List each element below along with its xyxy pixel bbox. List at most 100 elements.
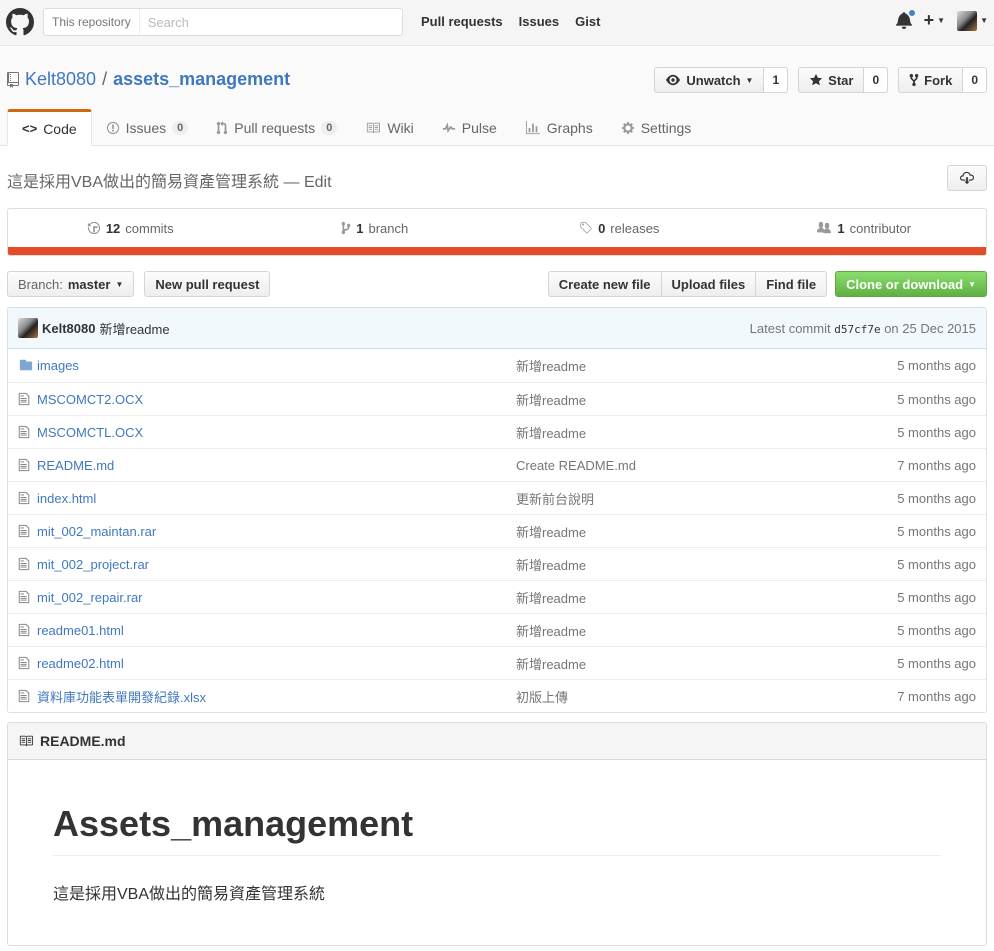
file-age: 5 months ago <box>897 589 976 605</box>
repo-owner-link[interactable]: Kelt8080 <box>25 69 96 90</box>
file-name-link[interactable]: mit_002_repair.rar <box>37 590 143 605</box>
branch-name: master <box>67 276 111 292</box>
book-icon <box>19 735 33 747</box>
upload-files-button[interactable]: Upload files <box>660 271 756 297</box>
create-new-menu[interactable]: + ▼ <box>924 10 945 31</box>
star-group: Star 0 <box>798 67 889 93</box>
tab-pull-requests[interactable]: Pull requests 0 <box>202 109 351 146</box>
file-age: 5 months ago <box>897 622 976 638</box>
user-menu[interactable]: ▼ <box>957 10 988 31</box>
commit-tease: Kelt8080 新增readme Latest commit d57cf7e … <box>8 308 986 349</box>
nav-issues[interactable]: Issues <box>519 14 559 29</box>
file-name-link[interactable]: MSCOMCT2.OCX <box>37 392 143 407</box>
contributor-count: 1 <box>837 220 845 236</box>
file-commit-message[interactable]: 新增readme <box>516 522 586 541</box>
file-commit-message[interactable]: 新增readme <box>516 654 586 673</box>
unwatch-button[interactable]: Unwatch ▼ <box>654 67 765 93</box>
file-age: 7 months ago <box>897 457 976 473</box>
top-nav: Pull requests Issues Gist <box>421 14 600 29</box>
file-name-link[interactable]: README.md <box>37 458 114 473</box>
star-icon <box>810 73 823 86</box>
avatar <box>957 10 978 31</box>
file-commit-message[interactable]: 初版上傳 <box>516 687 568 706</box>
file-row: MSCOMCTL.OCX 新增readme 5 months ago <box>8 415 986 448</box>
file-name-link[interactable]: readme02.html <box>37 656 124 671</box>
tab-code[interactable]: <> Code <box>7 109 92 146</box>
file-name-link[interactable]: mit_002_project.rar <box>37 557 149 572</box>
file-age: 5 months ago <box>897 523 976 539</box>
file-navigation: Branch: master ▼ New pull request Create… <box>7 271 987 297</box>
plus-icon: + <box>923 10 935 30</box>
commits-label: commits <box>125 220 174 236</box>
notifications-bell-icon[interactable] <box>895 8 916 31</box>
pr-counter: 0 <box>321 120 338 135</box>
pulse-icon <box>442 121 455 133</box>
tab-graphs[interactable]: Graphs <box>511 109 607 146</box>
releases-link[interactable]: 0 releases <box>497 209 742 247</box>
file-age: 5 months ago <box>897 391 976 407</box>
file-commit-message[interactable]: 新增readme <box>516 621 586 640</box>
file-commit-message[interactable]: Create README.md <box>516 458 636 473</box>
watch-count[interactable]: 1 <box>764 67 789 93</box>
file-age: 7 months ago <box>897 688 976 704</box>
file-commit-message[interactable]: 更新前台說明 <box>516 489 594 508</box>
clone-download-label: Clone or download <box>846 276 964 292</box>
file-commit-message[interactable]: 新增readme <box>516 390 586 409</box>
nav-pull-requests[interactable]: Pull requests <box>421 14 503 29</box>
star-count[interactable]: 0 <box>864 67 889 93</box>
file-row: readme01.html 新增readme 5 months ago <box>8 613 986 646</box>
branch-link[interactable]: 1 branch <box>253 209 498 247</box>
file-name-link[interactable]: images <box>37 358 79 373</box>
create-new-file-button[interactable]: Create new file <box>547 271 661 297</box>
fork-button[interactable]: Fork <box>898 67 964 93</box>
tab-pulse[interactable]: Pulse <box>428 109 511 146</box>
latest-commit: Latest commit d57cf7e on 25 Dec 2015 <box>750 321 976 336</box>
download-cloud-button[interactable] <box>947 165 987 191</box>
edit-description-link[interactable]: Edit <box>304 174 332 191</box>
file-age: 5 months ago <box>897 655 976 671</box>
file-commit-message[interactable]: 新增readme <box>516 588 586 607</box>
new-pull-request-button[interactable]: New pull request <box>144 271 271 297</box>
file-commit-message[interactable]: 新增readme <box>516 423 586 442</box>
star-button[interactable]: Star <box>798 67 865 93</box>
file-commit-message[interactable]: 新增readme <box>516 356 586 375</box>
repo-name-link[interactable]: assets_management <box>113 69 290 90</box>
tab-settings[interactable]: Settings <box>607 109 706 146</box>
file-listing: Kelt8080 新增readme Latest commit d57cf7e … <box>7 307 987 713</box>
star-label: Star <box>828 72 854 88</box>
file-name-link[interactable]: 資料庫功能表單開發紀錄.xlsx <box>37 687 206 706</box>
tag-icon <box>580 221 592 234</box>
nav-gist[interactable]: Gist <box>575 14 600 29</box>
readme-heading: Assets_management <box>53 803 941 856</box>
commit-author[interactable]: Kelt8080 <box>42 321 95 336</box>
commit-sha-link[interactable]: d57cf7e <box>834 323 880 336</box>
file-commit-message[interactable]: 新增readme <box>516 555 586 574</box>
commits-link[interactable]: 12 commits <box>8 209 253 247</box>
tab-wiki[interactable]: Wiki <box>351 109 427 146</box>
contributors-link[interactable]: 1 contributor <box>742 209 987 247</box>
file-name-link[interactable]: mit_002_maintan.rar <box>37 524 156 539</box>
tab-issues[interactable]: Issues 0 <box>92 109 203 146</box>
file-name-link[interactable]: readme01.html <box>37 623 124 638</box>
file-icon <box>18 656 34 670</box>
language-bar[interactable] <box>8 247 986 255</box>
chevron-down-icon: ▼ <box>745 75 754 85</box>
file-name-link[interactable]: index.html <box>37 491 96 506</box>
branch-select-button[interactable]: Branch: master ▼ <box>7 271 135 297</box>
repo-description: 這是採用VBA做出的簡易資產管理系統 — Edit <box>7 168 332 192</box>
file-row: 資料庫功能表單開發紀錄.xlsx 初版上傳 7 months ago <box>8 679 986 712</box>
watch-group: Unwatch ▼ 1 <box>654 67 789 93</box>
fork-count[interactable]: 0 <box>963 67 987 93</box>
file-age: 5 months ago <box>897 490 976 506</box>
commit-message[interactable]: 新增readme <box>99 319 169 338</box>
search-input[interactable]: Search <box>140 15 189 30</box>
github-logo-icon[interactable] <box>6 8 34 36</box>
search-box[interactable]: This repository Search <box>43 8 403 36</box>
avatar[interactable] <box>18 318 38 338</box>
people-icon <box>817 221 832 234</box>
gear-icon <box>621 121 634 134</box>
file-name-link[interactable]: MSCOMCTL.OCX <box>37 425 143 440</box>
find-file-button[interactable]: Find file <box>755 271 828 297</box>
clone-download-button[interactable]: Clone or download ▼ <box>835 271 987 297</box>
file-age: 5 months ago <box>897 358 976 373</box>
